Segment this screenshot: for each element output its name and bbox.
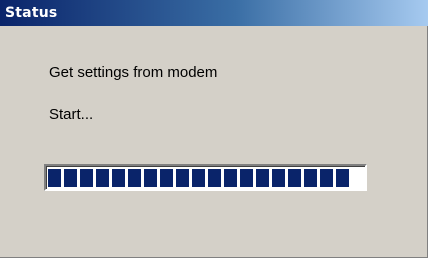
title-bar[interactable]: Status (0, 0, 428, 26)
status-dialog: Status Get settings from modem Start... (0, 0, 428, 258)
progress-block (112, 169, 125, 187)
window-title: Status (5, 5, 58, 21)
progress-block (48, 169, 61, 187)
progress-block (208, 169, 221, 187)
status-message-primary: Get settings from modem (49, 64, 218, 81)
dialog-body: Get settings from modem Start... (0, 26, 428, 258)
progress-block (192, 169, 205, 187)
progress-block (96, 169, 109, 187)
progress-bar (44, 164, 367, 191)
progress-block (80, 169, 93, 187)
progress-track (48, 169, 349, 187)
progress-block (320, 169, 333, 187)
progress-block (144, 169, 157, 187)
progress-block (64, 169, 77, 187)
progress-block (176, 169, 189, 187)
progress-block (256, 169, 269, 187)
progress-block (128, 169, 141, 187)
progress-block (224, 169, 237, 187)
status-message-secondary: Start... (49, 106, 94, 123)
progress-block (336, 169, 349, 187)
progress-block (304, 169, 317, 187)
progress-block (272, 169, 285, 187)
progress-block (160, 169, 173, 187)
progress-block (288, 169, 301, 187)
progress-block (240, 169, 253, 187)
